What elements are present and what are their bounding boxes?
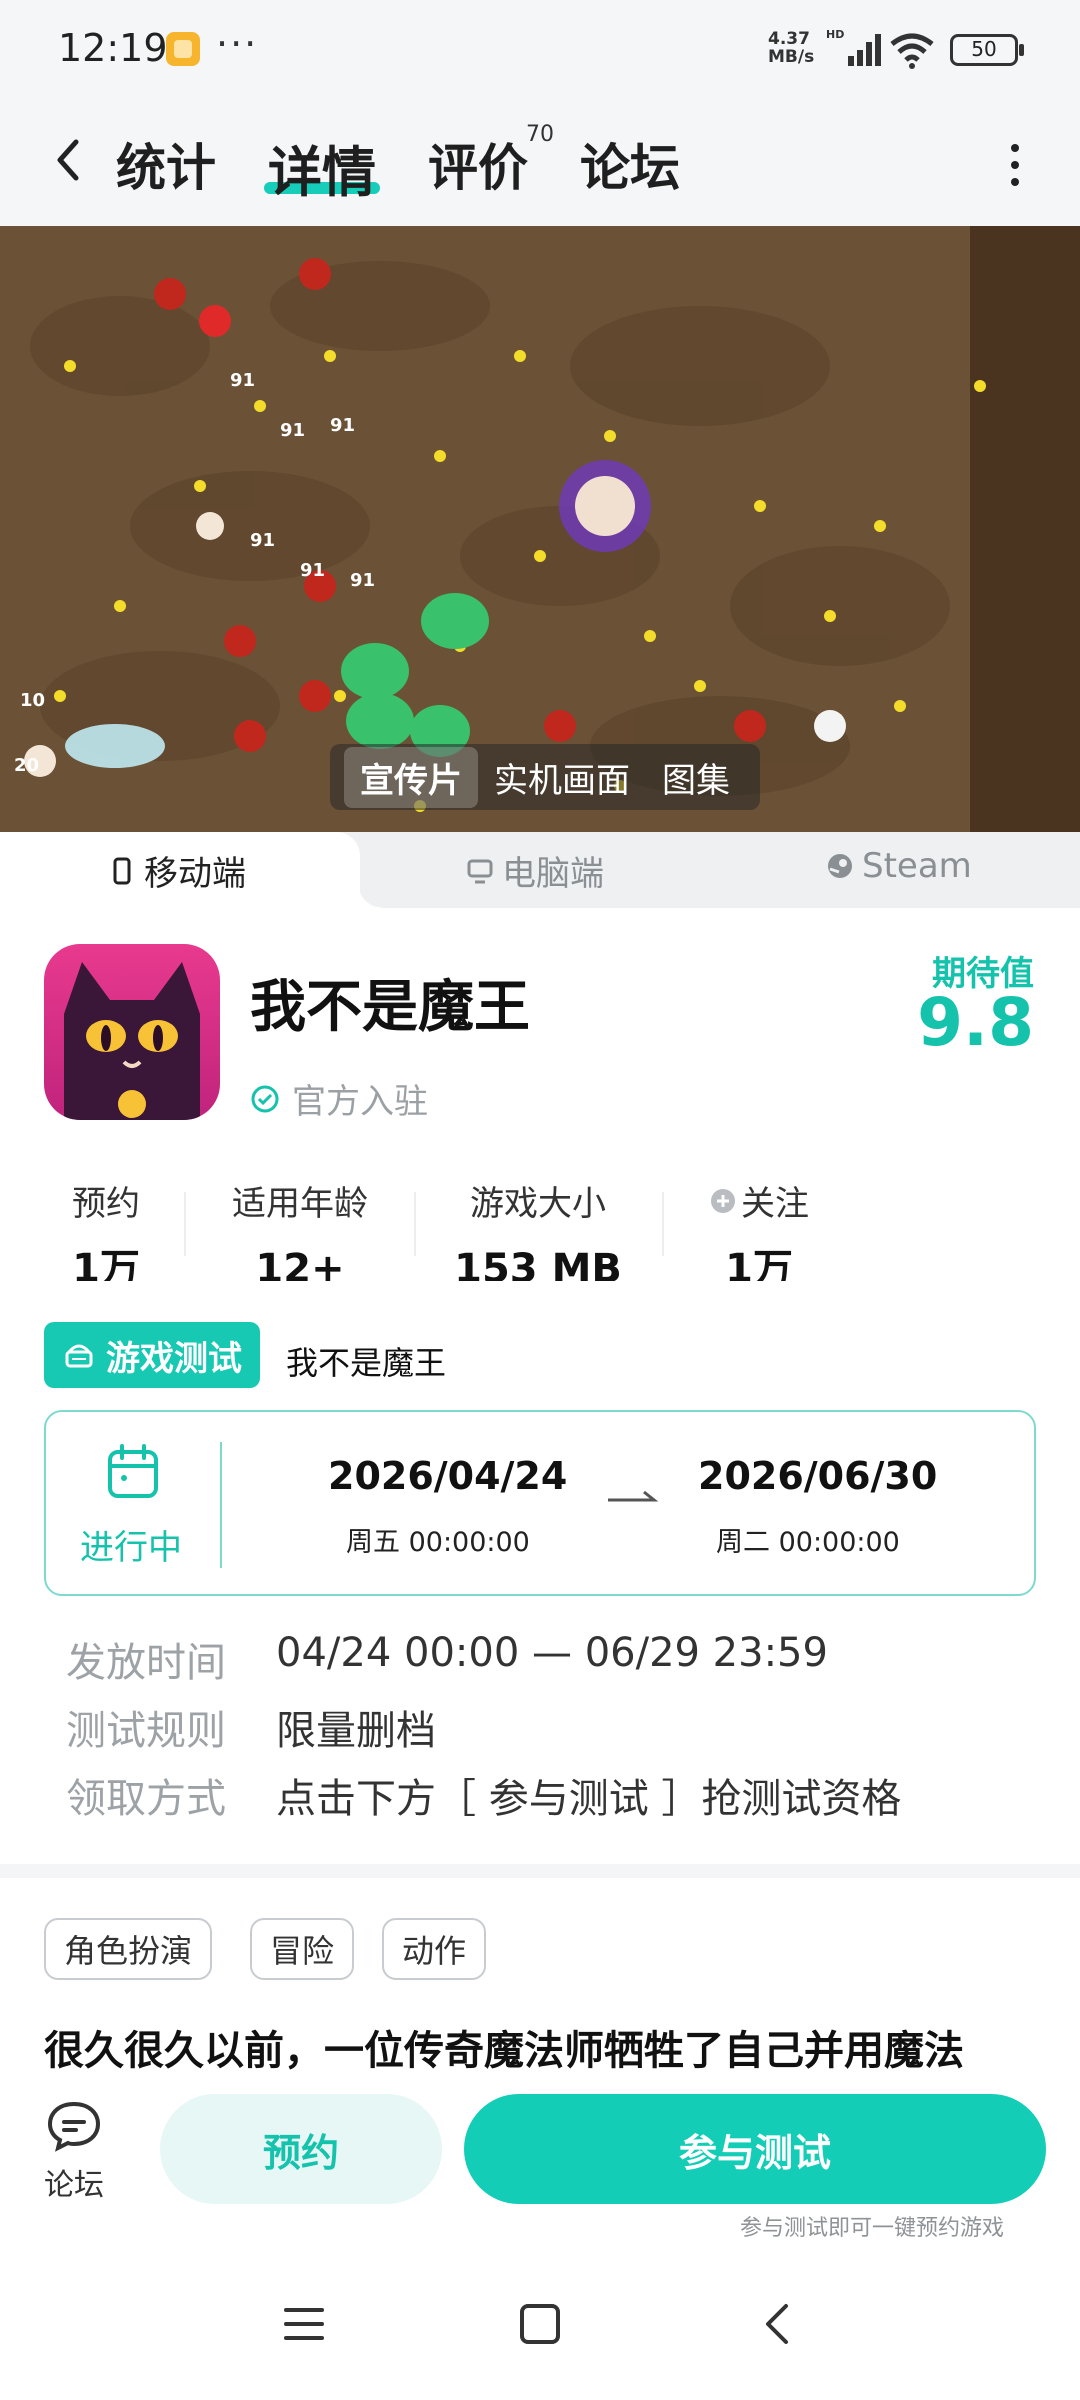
test-end-time: 周二 00:00:00 [716,1527,900,1558]
steam-icon [828,854,852,878]
media-tab-trailer[interactable]: 宣传片 [344,746,478,808]
tab-reviews[interactable]: 评价 [428,128,528,200]
join-test-button[interactable]: 参与测试 [464,2094,1046,2204]
platform-tab-pc[interactable]: 电脑端 [466,846,604,895]
status-more-indicator: ··· [216,22,259,66]
phone-icon [113,857,131,884]
monitor-icon [467,859,493,883]
menu-icon[interactable] [282,2302,326,2346]
notification-app-icon [166,32,200,66]
svg-text:HD: HD [826,28,844,41]
review-count-badge: 70 [526,122,554,147]
stat-followers[interactable]: 关注 1万 [694,1176,824,1281]
forum-chat-icon [47,2101,101,2152]
test-game-name: 我不是魔王 [286,1344,447,1382]
tag-action[interactable]: 动作 [382,1918,487,1980]
info-row-distribution-time: 发放时间 04/24 00:00 — 06/29 23:59 [66,1630,828,1686]
calendar-icon [108,1444,158,1498]
svg-text:91: 91 [250,530,275,551]
test-start-date: 2026/04/24 [328,1454,568,1498]
app-icon [44,944,220,1120]
test-flask-icon [65,1344,93,1368]
stat-reservations: 预约 1万 [72,1184,140,1281]
stat-age-rating: 适用年龄 12+ [232,1184,368,1281]
follow-plus-icon [711,1188,735,1213]
join-test-hint: 参与测试即可一键预约游戏 [739,2216,1004,2241]
home-icon[interactable] [518,2302,562,2346]
back-arrow-icon[interactable] [44,130,94,190]
wifi-icon [890,33,934,69]
tab-details[interactable]: 详情 [268,128,376,207]
media-tab-gameplay[interactable]: 实机画面 [478,747,646,808]
svg-text:91: 91 [330,415,355,436]
gameplay-video-frame: 91 91 91 91 91 91 10 20 [0,226,1080,832]
game-test-badge: 游戏测试 [44,1322,260,1388]
platform-tabs: 移动端 电脑端 Steam [0,832,1080,908]
official-badge: 官方入驻 [250,1074,428,1123]
game-description: 很久很久以前，一位传奇魔法师牺牲了自己并用魔法 [44,2028,964,2074]
svg-text:91: 91 [230,370,255,391]
battery-indicator: 50 [950,34,1024,66]
svg-text:91: 91 [350,570,375,591]
media-tab-group: 宣传片 实机画面 图集 [330,744,760,810]
svg-text:91: 91 [300,560,325,581]
svg-text:20: 20 [14,755,39,776]
svg-text:10: 10 [20,690,45,711]
stat-game-size: 游戏大小 153 MB [454,1184,622,1281]
media-player[interactable]: 91 91 91 91 91 91 10 20 宣传片 实机画面 图集 [0,226,1080,832]
info-row-claim-method: 领取方式 点击下方［ 参与测试 ］抢测试资格 [66,1776,902,1822]
platform-tab-steam[interactable]: Steam [826,846,972,886]
stat-divider [414,1192,416,1256]
test-end-date: 2026/06/30 [698,1454,938,1498]
system-back-icon[interactable] [756,2302,800,2346]
tab-stats[interactable]: 统计 [116,128,216,200]
cat-logo-icon [64,962,200,1120]
app-name: 我不是魔王 [250,975,530,1040]
system-nav-bar [0,2260,1080,2400]
status-time: 12:19 [58,26,168,70]
date-range-arrow-icon [608,1490,658,1502]
expect-value: 9.8 [917,984,1034,1061]
info-row-test-rules: 测试规则 限量删档 [66,1708,436,1754]
section-separator [0,1864,1080,1878]
tag-rpg[interactable]: 角色扮演 [44,1918,213,1980]
svg-text:91: 91 [280,420,305,441]
forum-button[interactable]: 论坛 [44,2098,104,2204]
stat-divider [662,1192,664,1256]
more-options-icon[interactable] [1000,140,1030,190]
stat-divider [184,1192,186,1256]
test-period-card: 进行中 2026/04/24 周五 00:00:00 2026/06/30 周二… [44,1410,1036,1596]
tag-adventure[interactable]: 冒险 [250,1918,355,1980]
status-bar: 12:19 ··· 4.37 MB/s HD 50 [0,0,1080,100]
reserve-button[interactable]: 预约 [160,2094,442,2204]
verified-check-icon [251,1085,279,1112]
test-status: 进行中 [80,1528,182,1568]
media-tab-gallery[interactable]: 图集 [646,747,746,808]
top-nav: 统计 详情 评价 70 论坛 [0,100,1080,226]
bottom-action-bar: 论坛 预约 参与测试 参与测试即可一键预约游戏 [0,2080,1080,2241]
platform-tab-mobile[interactable]: 移动端 [108,846,246,895]
signal-icon: HD [826,28,881,66]
network-speed: 4.37 MB/s [768,29,815,67]
test-card-divider [220,1442,222,1568]
test-start-time: 周五 00:00:00 [346,1527,530,1558]
tab-forum[interactable]: 论坛 [580,128,680,200]
